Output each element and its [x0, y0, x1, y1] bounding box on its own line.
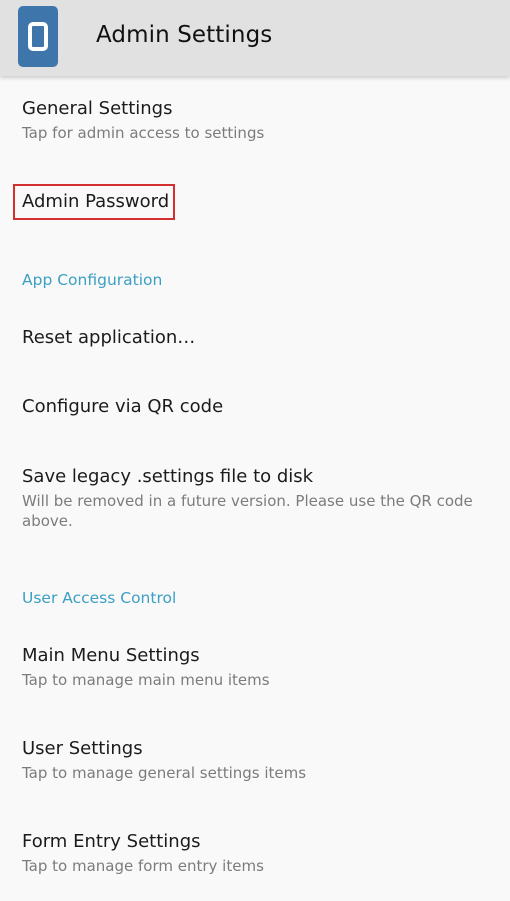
user-access-control-header: User Access Control — [22, 589, 177, 607]
app-logo-screen — [28, 22, 48, 51]
save-legacy-settings-summary: Will be removed in a future version. Ple… — [22, 492, 473, 530]
app-bar: Admin Settings — [0, 0, 510, 76]
app-configuration-header: App Configuration — [22, 271, 163, 289]
form-entry-settings-summary: Tap to manage form entry items — [22, 857, 264, 875]
configure-qr-item[interactable]: Configure via QR code — [22, 396, 492, 418]
reset-application-item[interactable]: Reset application… — [22, 327, 492, 349]
app-logo-icon — [18, 6, 58, 67]
admin-password-title: Admin Password — [22, 191, 170, 212]
reset-application-title: Reset application… — [22, 327, 196, 348]
user-settings-item[interactable]: User Settings Tap to manage general sett… — [22, 738, 492, 783]
general-settings-summary: Tap for admin access to settings — [22, 124, 265, 142]
user-settings-title: User Settings — [22, 738, 143, 759]
main-menu-settings-summary: Tap to manage main menu items — [22, 671, 270, 689]
configure-qr-title: Configure via QR code — [22, 396, 224, 417]
page-title: Admin Settings — [96, 22, 273, 48]
main-menu-settings-title: Main Menu Settings — [22, 645, 200, 666]
user-settings-summary: Tap to manage general settings items — [22, 764, 307, 782]
form-entry-settings-title: Form Entry Settings — [22, 831, 201, 852]
general-settings-item[interactable]: General Settings Tap for admin access to… — [22, 98, 492, 143]
save-legacy-settings-item[interactable]: Save legacy .settings file to disk Will … — [22, 466, 492, 531]
main-menu-settings-item[interactable]: Main Menu Settings Tap to manage main me… — [22, 645, 492, 690]
general-settings-title: General Settings — [22, 98, 173, 119]
save-legacy-settings-title: Save legacy .settings file to disk — [22, 466, 314, 487]
admin-password-item[interactable]: Admin Password — [22, 191, 492, 213]
form-entry-settings-item[interactable]: Form Entry Settings Tap to manage form e… — [22, 831, 492, 876]
